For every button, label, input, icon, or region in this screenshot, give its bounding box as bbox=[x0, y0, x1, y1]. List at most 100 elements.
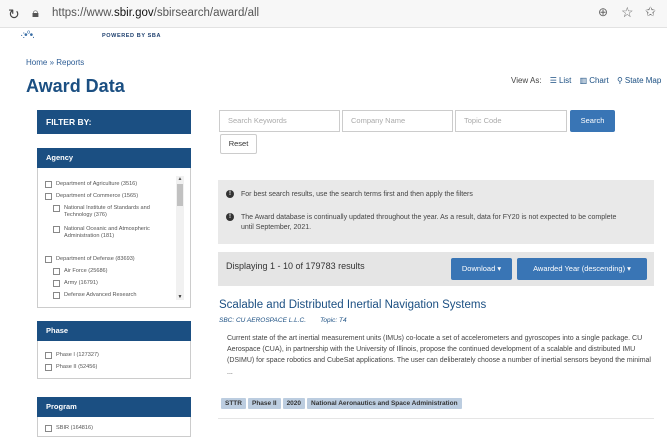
checkbox-label: National Oceanic and Atmospheric Adminis… bbox=[64, 226, 150, 239]
view-list-link[interactable]: ☰ List bbox=[550, 76, 572, 85]
agency-checkbox[interactable]: Air Force (25686) bbox=[53, 268, 167, 275]
checkbox[interactable] bbox=[45, 181, 52, 188]
tag-phase: Phase II bbox=[247, 398, 281, 409]
agency-checkbox[interactable]: Army (16791) bbox=[53, 280, 167, 287]
award-company[interactable]: SBC: CU AEROSPACE L.L.C. bbox=[219, 317, 306, 324]
zoom-icon[interactable]: ⊕ bbox=[598, 5, 608, 19]
reload-icon[interactable]: ↻ bbox=[8, 6, 20, 23]
bar-chart-icon: ▥ bbox=[579, 76, 588, 85]
view-as: View As: ☰ List ▥ Chart ⚲ State Map bbox=[511, 76, 661, 85]
notice-text: For best search results, use the search … bbox=[241, 191, 473, 198]
sort-button[interactable]: Awarded Year (descending) ▾ bbox=[517, 258, 647, 280]
award-topic: Topic: T4 bbox=[320, 317, 347, 324]
powered-by-text: POWERED BY SBA bbox=[102, 33, 162, 39]
scroll-up-icon[interactable]: ▲ bbox=[176, 176, 184, 182]
search-button[interactable]: Search bbox=[570, 110, 615, 132]
notice-row: ! The Award database is continually upda… bbox=[226, 213, 626, 233]
browser-toolbar: ↻ 🔒︎ https://www.sbir.gov/sbirsearch/awa… bbox=[0, 0, 667, 28]
checkbox[interactable] bbox=[45, 364, 52, 371]
checkbox[interactable] bbox=[53, 205, 60, 212]
checkbox-label: Phase II (52456) bbox=[56, 364, 98, 370]
download-label: Download bbox=[461, 264, 496, 273]
checkbox-label: National Institute of Standards and Tech… bbox=[64, 205, 150, 218]
scroll-down-icon[interactable]: ▼ bbox=[176, 294, 184, 300]
sort-label: Awarded Year (descending) bbox=[533, 264, 626, 273]
map-pin-icon: ⚲ bbox=[617, 76, 623, 85]
info-icon: ! bbox=[226, 213, 234, 221]
page-title: Award Data bbox=[26, 76, 125, 96]
topic-code-input[interactable]: Topic Code bbox=[455, 110, 567, 132]
caret-down-icon: ▾ bbox=[497, 264, 502, 273]
phase-header[interactable]: Phase bbox=[37, 321, 191, 341]
checkbox[interactable] bbox=[53, 280, 60, 287]
program-header[interactable]: Program bbox=[37, 397, 191, 417]
agency-checkbox[interactable]: National Institute of Standards and Tech… bbox=[53, 205, 167, 219]
tag-year: 2020 bbox=[282, 398, 306, 409]
award-title-link[interactable]: Scalable and Distributed Inertial Naviga… bbox=[219, 299, 486, 311]
award-meta: SBC: CU AEROSPACE L.L.C. Topic: T4 bbox=[219, 317, 347, 324]
agency-checkbox[interactable]: Department of Commerce (1565) bbox=[45, 193, 173, 200]
checkbox-label: Department of Agriculture (3516) bbox=[56, 181, 138, 187]
url-domain: sbir.gov bbox=[114, 7, 154, 19]
checkbox-label: Army (16791) bbox=[64, 280, 98, 286]
reset-button[interactable]: Reset bbox=[220, 134, 257, 154]
filter-by-header: FILTER BY: bbox=[37, 110, 191, 134]
lock-icon[interactable]: 🔒︎ bbox=[32, 5, 39, 21]
agency-scrollbar[interactable]: ▲ ▼ bbox=[176, 176, 184, 300]
search-notice: ! For best search results, use the searc… bbox=[218, 180, 654, 244]
notice-row: ! For best search results, use the searc… bbox=[226, 190, 646, 200]
view-map-link[interactable]: ⚲ State Map bbox=[617, 76, 661, 85]
notice-text: The Award database is continually update… bbox=[241, 214, 617, 231]
results-count: Displaying 1 - 10 of 179783 results bbox=[226, 261, 365, 271]
url-path: /sbirsearch/award/all bbox=[153, 7, 260, 19]
view-chart-label: Chart bbox=[589, 76, 609, 85]
company-name-input[interactable]: Company Name bbox=[342, 110, 453, 132]
info-icon: ! bbox=[226, 190, 234, 198]
award-tags: STTR Phase II 2020 National Aeronautics and… bbox=[221, 392, 464, 410]
search-keywords-input[interactable]: Search Keywords bbox=[219, 110, 340, 132]
checkbox[interactable] bbox=[53, 226, 60, 233]
view-list-label: List bbox=[558, 76, 572, 85]
checkbox-label: SBIR (164816) bbox=[56, 425, 94, 431]
agency-checkbox[interactable]: Department of Agriculture (3516) bbox=[45, 181, 173, 188]
list-icon: ☰ bbox=[549, 76, 557, 85]
program-checkbox[interactable]: SBIR (164816) bbox=[45, 425, 173, 432]
breadcrumb-reports[interactable]: Reports bbox=[56, 58, 84, 67]
breadcrumb-separator: » bbox=[47, 58, 57, 67]
checkbox-label: Air Force (25686) bbox=[64, 268, 108, 274]
logo-dots-icon: ·:•°•. bbox=[20, 30, 35, 41]
checkbox-label: Phase I (127327) bbox=[56, 352, 99, 358]
favorites-icon[interactable]: ✩ bbox=[645, 4, 656, 20]
tag-agency: National Aeronautics and Space Administr… bbox=[307, 398, 462, 409]
agency-checkbox[interactable]: National Oceanic and Atmospheric Adminis… bbox=[53, 226, 153, 240]
checkbox-label: Department of Commerce (1565) bbox=[56, 193, 139, 199]
download-button[interactable]: Download ▾ bbox=[451, 258, 512, 280]
checkbox[interactable] bbox=[45, 425, 52, 432]
phase-checkbox[interactable]: Phase I (127327) bbox=[45, 352, 173, 359]
checkbox[interactable] bbox=[53, 292, 60, 299]
checkbox[interactable] bbox=[45, 256, 52, 263]
breadcrumb-home[interactable]: Home bbox=[26, 58, 47, 67]
checkbox[interactable] bbox=[53, 268, 60, 275]
checkbox[interactable] bbox=[45, 352, 52, 359]
checkbox-label: Defense Advanced Research bbox=[64, 292, 137, 298]
caret-down-icon: ▾ bbox=[627, 264, 631, 273]
checkbox[interactable] bbox=[45, 193, 52, 200]
breadcrumb: Home » Reports bbox=[26, 58, 84, 67]
checkbox-label: Department of Defense (83693) bbox=[56, 256, 135, 262]
address-bar[interactable]: https://www.sbir.gov/sbirsearch/award/al… bbox=[52, 7, 259, 19]
award-description: Current state of the art inertial measur… bbox=[227, 335, 651, 376]
agency-header[interactable]: Agency bbox=[37, 148, 191, 168]
url-prefix: https://www. bbox=[52, 7, 114, 19]
phase-checkbox[interactable]: Phase II (52456) bbox=[45, 364, 173, 371]
result-divider bbox=[218, 418, 654, 419]
tag-program: STTR bbox=[221, 398, 246, 409]
agency-checkbox[interactable]: Defense Advanced Research bbox=[53, 292, 167, 299]
agency-checkbox[interactable]: Department of Defense (83693) bbox=[45, 256, 173, 263]
phase-filter-list bbox=[37, 341, 191, 379]
view-chart-link[interactable]: ▥ Chart bbox=[580, 76, 609, 85]
view-map-label: State Map bbox=[624, 76, 662, 85]
star-icon[interactable]: ☆ bbox=[621, 4, 634, 21]
view-as-label: View As: bbox=[511, 76, 542, 85]
scroll-thumb[interactable] bbox=[177, 184, 183, 206]
